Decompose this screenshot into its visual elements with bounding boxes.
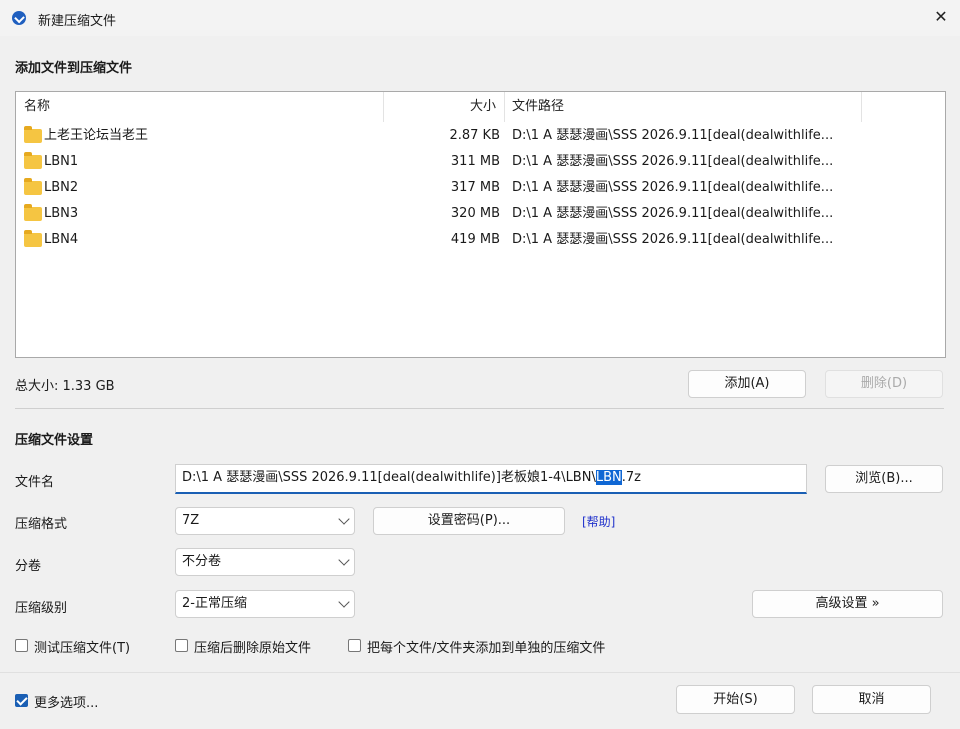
column-header-size[interactable]: 大小: [466, 92, 496, 122]
window-title: 新建压缩文件: [38, 14, 117, 29]
row-name: LBN4: [44, 232, 79, 247]
row-size: 2.87 KB: [449, 128, 500, 143]
close-icon[interactable]: ✕: [930, 6, 952, 28]
filename-suffix: .7z: [621, 470, 641, 485]
folder-icon: [24, 152, 42, 169]
browse-button[interactable]: 浏览(B)...: [825, 465, 943, 493]
column-separator[interactable]: [504, 92, 505, 122]
table-row[interactable]: LBN3 320 MB D:\1 A 瑟瑟漫画\SSS 2026.9.11[de…: [16, 201, 945, 227]
format-select[interactable]: 7Z: [175, 507, 355, 535]
column-header-path[interactable]: 文件路径: [512, 92, 564, 122]
level-select[interactable]: 2-正常压缩: [175, 590, 355, 618]
volume-select[interactable]: 不分卷: [175, 548, 355, 576]
file-list[interactable]: 名称 大小 文件路径 上老王论坛当老王 2.87 KB D:\1 A 瑟瑟漫画\…: [15, 91, 946, 358]
separate-archives-checkbox[interactable]: [348, 639, 361, 652]
row-name: LBN1: [44, 154, 79, 169]
total-size: 总大小: 1.33 GB: [15, 379, 115, 394]
chevron-down-icon: [338, 554, 350, 566]
row-path: D:\1 A 瑟瑟漫画\SSS 2026.9.11[deal(dealwithl…: [512, 232, 834, 247]
folder-icon: [24, 178, 42, 195]
more-options-checkbox[interactable]: [15, 694, 28, 707]
table-row[interactable]: LBN2 317 MB D:\1 A 瑟瑟漫画\SSS 2026.9.11[de…: [16, 175, 945, 201]
delete-button[interactable]: 删除(D): [825, 370, 943, 398]
test-archive-label[interactable]: 测试压缩文件(T): [34, 637, 130, 656]
separate-archives-label[interactable]: 把每个文件/文件夹添加到单独的压缩文件: [367, 637, 605, 656]
table-row[interactable]: LBN1 311 MB D:\1 A 瑟瑟漫画\SSS 2026.9.11[de…: [16, 149, 945, 175]
level-label: 压缩级别: [15, 601, 68, 616]
folder-icon: [24, 204, 42, 221]
title-bar: [0, 0, 960, 36]
level-value: 2-正常压缩: [182, 596, 247, 611]
filename-selection: LBN: [595, 470, 622, 485]
delete-after-label[interactable]: 压缩后删除原始文件: [194, 637, 311, 656]
start-button[interactable]: 开始(S): [676, 685, 795, 714]
row-size: 320 MB: [450, 206, 500, 221]
row-path: D:\1 A 瑟瑟漫画\SSS 2026.9.11[deal(dealwithl…: [512, 206, 834, 221]
row-size: 311 MB: [450, 154, 500, 169]
row-path: D:\1 A 瑟瑟漫画\SSS 2026.9.11[deal(dealwithl…: [512, 180, 834, 195]
row-name: LBN3: [44, 206, 79, 221]
row-size: 317 MB: [450, 180, 500, 195]
folder-icon: [24, 230, 42, 247]
test-archive-checkbox[interactable]: [15, 639, 28, 652]
set-password-button[interactable]: 设置密码(P)...: [373, 507, 565, 535]
column-separator[interactable]: [383, 92, 384, 122]
filename-input[interactable]: D:\1 A 瑟瑟漫画\SSS 2026.9.11[deal(dealwithl…: [175, 464, 807, 494]
row-path: D:\1 A 瑟瑟漫画\SSS 2026.9.11[deal(dealwithl…: [512, 128, 834, 143]
row-name: LBN2: [44, 180, 79, 195]
column-header-name[interactable]: 名称: [24, 92, 50, 122]
row-name: 上老王论坛当老王: [44, 128, 149, 143]
folder-icon: [24, 126, 42, 143]
chevron-down-icon: [338, 513, 350, 525]
format-label: 压缩格式: [15, 517, 68, 532]
files-section-title: 添加文件到压缩文件: [15, 61, 133, 76]
help-link[interactable]: [帮助]: [582, 513, 615, 530]
table-row[interactable]: LBN4 419 MB D:\1 A 瑟瑟漫画\SSS 2026.9.11[de…: [16, 227, 945, 253]
app-icon: [12, 11, 26, 25]
volume-label: 分卷: [15, 559, 42, 574]
column-separator[interactable]: [861, 92, 862, 122]
add-button[interactable]: 添加(A): [688, 370, 806, 398]
delete-after-checkbox[interactable]: [175, 639, 188, 652]
more-options-label[interactable]: 更多选项...: [34, 692, 98, 711]
chevron-down-icon: [338, 596, 350, 608]
filename-prefix: D:\1 A 瑟瑟漫画\SSS 2026.9.11[deal(dealwithl…: [182, 470, 596, 485]
cancel-button[interactable]: 取消: [812, 685, 931, 714]
format-value: 7Z: [182, 513, 200, 528]
filename-label: 文件名: [15, 475, 55, 490]
settings-section-title: 压缩文件设置: [15, 433, 94, 448]
row-size: 419 MB: [450, 232, 500, 247]
volume-value: 不分卷: [182, 554, 222, 569]
advanced-settings-button[interactable]: 高级设置 »: [752, 590, 943, 618]
table-row[interactable]: 上老王论坛当老王 2.87 KB D:\1 A 瑟瑟漫画\SSS 2026.9.…: [16, 123, 945, 149]
divider: [15, 408, 944, 409]
row-path: D:\1 A 瑟瑟漫画\SSS 2026.9.11[deal(dealwithl…: [512, 154, 834, 169]
